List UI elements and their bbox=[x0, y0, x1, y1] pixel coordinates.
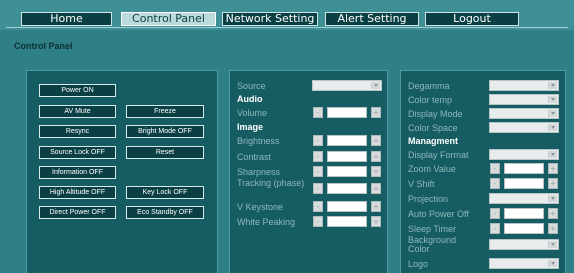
chevron-down-icon bbox=[548, 195, 557, 202]
nav-home-button[interactable]: Home bbox=[21, 12, 112, 26]
volume-plus-button[interactable]: + bbox=[371, 107, 381, 118]
auto-power-off-minus-button[interactable]: - bbox=[490, 208, 500, 219]
source-label: Source bbox=[237, 81, 266, 91]
bright-mode-button[interactable]: Bright Mode OFF bbox=[126, 125, 204, 138]
eco-standby-button[interactable]: Eco Standby OFF bbox=[126, 206, 204, 219]
contrast-input[interactable] bbox=[327, 151, 367, 162]
color-temp-select[interactable] bbox=[489, 94, 559, 105]
white-peaking-plus-button[interactable]: + bbox=[371, 216, 381, 227]
source-image-panel: Source Audio Volume - + Image Brightness… bbox=[229, 70, 388, 273]
contrast-plus-button[interactable]: + bbox=[371, 151, 381, 162]
logo-label: Logo bbox=[408, 259, 429, 269]
control-buttons-panel: Power ON AV Mute Freeze Resync Bright Mo… bbox=[26, 70, 218, 273]
volume-input[interactable] bbox=[327, 107, 367, 118]
high-altitude-button[interactable]: High Altitude OFF bbox=[39, 186, 116, 199]
contrast-label: Contrast bbox=[237, 152, 272, 162]
tracking-minus-button[interactable]: - bbox=[313, 183, 323, 194]
sharpness-minus-button[interactable]: - bbox=[313, 166, 323, 177]
image-heading: Image bbox=[237, 122, 264, 132]
tracking-plus-button[interactable]: + bbox=[371, 183, 381, 194]
power-on-button[interactable]: Power ON bbox=[39, 84, 116, 97]
information-button[interactable]: Information OFF bbox=[39, 166, 116, 179]
brightness-label: Brightness bbox=[237, 136, 280, 146]
source-lock-button[interactable]: Source Lock OFF bbox=[39, 146, 116, 159]
color-space-select[interactable] bbox=[489, 122, 559, 133]
sleep-timer-input[interactable] bbox=[504, 223, 544, 234]
top-navigation-bar: Home Control Panel Network Setting Alert… bbox=[0, 0, 574, 30]
brightness-plus-button[interactable]: + bbox=[371, 135, 381, 146]
managment-heading: Managment bbox=[408, 136, 459, 146]
nav-control-panel-button[interactable]: Control Panel bbox=[121, 12, 216, 26]
projection-label: Projection bbox=[408, 194, 449, 204]
zoom-value-input[interactable] bbox=[504, 163, 544, 174]
white-peaking-minus-button[interactable]: - bbox=[313, 216, 323, 227]
volume-minus-button[interactable]: - bbox=[313, 107, 323, 118]
sleep-timer-label: Sleep Timer bbox=[408, 224, 457, 234]
v-shift-input[interactable] bbox=[504, 178, 544, 189]
chevron-down-icon bbox=[371, 82, 380, 89]
zoom-value-label: Zoom Value bbox=[408, 164, 456, 174]
auto-power-off-label: Auto Power Off bbox=[408, 209, 469, 219]
chevron-down-icon bbox=[548, 124, 557, 131]
auto-power-off-plus-button[interactable]: + bbox=[548, 208, 558, 219]
zoom-minus-button[interactable]: - bbox=[490, 163, 500, 174]
display-format-label: Display Format bbox=[408, 150, 469, 160]
display-format-select[interactable] bbox=[489, 149, 559, 160]
projection-select[interactable] bbox=[489, 193, 559, 204]
direct-power-button[interactable]: Direct Power OFF bbox=[39, 206, 116, 219]
nav-logout-button[interactable]: Logout bbox=[425, 12, 519, 26]
chevron-down-icon bbox=[548, 241, 557, 248]
display-management-panel: Degamma Color temp Display Mode Color Sp… bbox=[400, 70, 566, 273]
chevron-down-icon bbox=[548, 82, 557, 89]
auto-power-off-input[interactable] bbox=[504, 208, 544, 219]
background-color-label: Background Color bbox=[408, 235, 457, 254]
degamma-select[interactable] bbox=[489, 80, 559, 91]
color-space-label: Color Space bbox=[408, 123, 458, 133]
page-title: Control Panel bbox=[14, 41, 73, 51]
sleep-timer-plus-button[interactable]: + bbox=[548, 223, 558, 234]
v-shift-label: V Shift bbox=[408, 179, 435, 189]
chevron-down-icon bbox=[548, 151, 557, 158]
chevron-down-icon bbox=[548, 110, 557, 117]
tracking-label: Tracking (phase) bbox=[237, 178, 305, 188]
sharpness-label: Sharpness bbox=[237, 167, 281, 177]
nav-alert-setting-button[interactable]: Alert Setting bbox=[325, 12, 419, 26]
sharpness-plus-button[interactable]: + bbox=[371, 166, 381, 177]
v-shift-minus-button[interactable]: - bbox=[490, 178, 500, 189]
reset-button[interactable]: Reset bbox=[126, 146, 204, 159]
background-color-select[interactable] bbox=[489, 239, 559, 250]
white-peaking-input[interactable] bbox=[327, 216, 367, 227]
v-keystone-label: V Keystone bbox=[237, 202, 284, 212]
volume-label: Volume bbox=[237, 108, 268, 118]
source-select[interactable] bbox=[312, 80, 382, 91]
key-lock-button[interactable]: Key Lock OFF bbox=[126, 186, 204, 199]
sharpness-input[interactable] bbox=[327, 166, 367, 177]
v-keystone-plus-button[interactable]: + bbox=[371, 201, 381, 212]
tracking-input[interactable] bbox=[327, 183, 367, 194]
degamma-label: Degamma bbox=[408, 81, 450, 91]
audio-heading: Audio bbox=[237, 94, 263, 104]
resync-button[interactable]: Resync bbox=[39, 125, 116, 138]
color-temp-label: Color temp bbox=[408, 95, 453, 105]
freeze-button[interactable]: Freeze bbox=[126, 105, 204, 118]
v-shift-plus-button[interactable]: + bbox=[548, 178, 558, 189]
brightness-input[interactable] bbox=[327, 135, 367, 146]
display-mode-select[interactable] bbox=[489, 108, 559, 119]
sleep-timer-minus-button[interactable]: - bbox=[490, 223, 500, 234]
av-mute-button[interactable]: AV Mute bbox=[39, 105, 116, 118]
chevron-down-icon bbox=[548, 260, 557, 267]
chevron-down-icon bbox=[548, 96, 557, 103]
nav-divider bbox=[6, 27, 568, 28]
zoom-plus-button[interactable]: + bbox=[548, 163, 558, 174]
contrast-minus-button[interactable]: - bbox=[313, 151, 323, 162]
nav-network-setting-button[interactable]: Network Setting bbox=[222, 12, 318, 26]
white-peaking-label: White Peaking bbox=[237, 217, 296, 227]
brightness-minus-button[interactable]: - bbox=[313, 135, 323, 146]
logo-select[interactable] bbox=[489, 258, 559, 269]
v-keystone-input[interactable] bbox=[327, 201, 367, 212]
display-mode-label: Display Mode bbox=[408, 109, 463, 119]
v-keystone-minus-button[interactable]: - bbox=[313, 201, 323, 212]
